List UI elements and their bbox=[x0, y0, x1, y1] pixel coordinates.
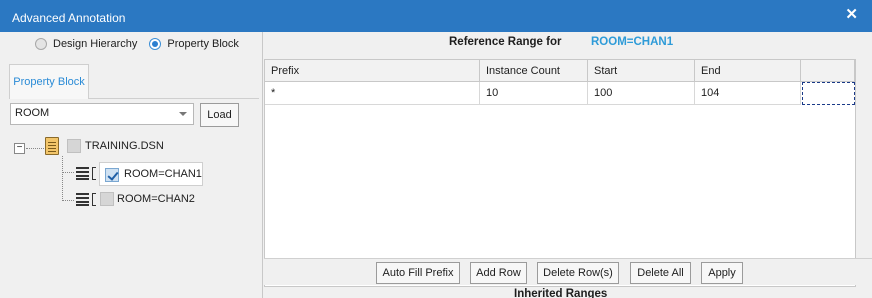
reference-range-title: Reference Range for bbox=[449, 36, 562, 48]
checkbox-disabled-icon bbox=[67, 139, 81, 153]
window-title: Advanced Annotation bbox=[12, 11, 126, 25]
reference-range-grid: Prefix Instance Count Start End * 10 100… bbox=[264, 59, 856, 287]
radio-off-icon bbox=[35, 38, 47, 50]
tree-node-room-chan2[interactable]: ROOM=CHAN2 bbox=[117, 193, 195, 205]
grid-button-bar: Auto Fill Prefix Add Row Delete Row(s) D… bbox=[264, 258, 872, 285]
property-select[interactable]: ROOM bbox=[10, 103, 194, 125]
tab-property-block[interactable]: Property Block bbox=[9, 64, 89, 99]
radio-design-hierarchy[interactable]: Design Hierarchy bbox=[35, 38, 137, 50]
collapse-icon[interactable]: − bbox=[14, 143, 25, 154]
tree-connector bbox=[26, 148, 44, 149]
reference-range-value: ROOM=CHAN1 bbox=[591, 36, 674, 48]
tree-connector bbox=[62, 172, 74, 173]
apply-button[interactable]: Apply bbox=[701, 262, 743, 284]
cell-end[interactable]: 104 bbox=[695, 82, 801, 105]
delete-rows-button[interactable]: Delete Row(s) bbox=[537, 262, 619, 284]
design-file-icon bbox=[45, 137, 59, 155]
inherited-ranges-title: Inherited Ranges bbox=[514, 288, 608, 298]
column-header-start[interactable]: Start bbox=[588, 60, 695, 82]
cell-prefix[interactable]: * bbox=[265, 82, 480, 105]
add-row-button[interactable]: Add Row bbox=[470, 262, 527, 284]
close-icon[interactable]: ✕ bbox=[845, 5, 858, 23]
auto-fill-prefix-button[interactable]: Auto Fill Prefix bbox=[376, 262, 460, 284]
title-bar: Advanced Annotation ✕ bbox=[0, 0, 872, 32]
left-panel: Design Hierarchy Property Block Property… bbox=[0, 32, 263, 298]
bracket-icon bbox=[92, 167, 96, 180]
tree-node-label: ROOM=CHAN1 bbox=[124, 168, 202, 180]
tree-root-label[interactable]: TRAINING.DSN bbox=[85, 140, 164, 152]
tree-connector bbox=[62, 156, 63, 201]
tree-node-room-chan1[interactable]: ROOM=CHAN1 bbox=[99, 162, 203, 186]
right-panel: Reference Range for ROOM=CHAN1 Prefix In… bbox=[264, 32, 872, 298]
checkbox-unchecked-icon[interactable] bbox=[100, 192, 114, 206]
property-block-icon bbox=[76, 193, 89, 206]
bracket-icon bbox=[92, 193, 96, 206]
column-header-empty bbox=[801, 60, 855, 82]
mode-radio-group: Design Hierarchy Property Block bbox=[35, 38, 251, 50]
radio-on-icon bbox=[149, 38, 162, 50]
cell-instance-count[interactable]: 10 bbox=[480, 82, 588, 105]
radio-label: Design Hierarchy bbox=[53, 38, 138, 50]
column-header-prefix[interactable]: Prefix bbox=[265, 60, 480, 82]
load-button[interactable]: Load bbox=[200, 103, 239, 127]
checkbox-checked-icon[interactable] bbox=[105, 168, 119, 182]
cell-focused-empty[interactable] bbox=[802, 82, 855, 105]
vertical-scrollbar[interactable] bbox=[857, 59, 872, 287]
column-header-end[interactable]: End bbox=[695, 60, 801, 82]
radio-label: Property Block bbox=[167, 38, 239, 50]
chevron-down-icon bbox=[179, 112, 187, 116]
radio-property-block[interactable]: Property Block bbox=[149, 38, 239, 50]
property-block-icon bbox=[76, 167, 89, 180]
delete-all-button[interactable]: Delete All bbox=[630, 262, 691, 284]
property-select-value: ROOM bbox=[15, 107, 50, 119]
cell-start[interactable]: 100 bbox=[588, 82, 695, 105]
tree-connector bbox=[62, 200, 74, 201]
column-header-instance-count[interactable]: Instance Count bbox=[480, 60, 588, 82]
